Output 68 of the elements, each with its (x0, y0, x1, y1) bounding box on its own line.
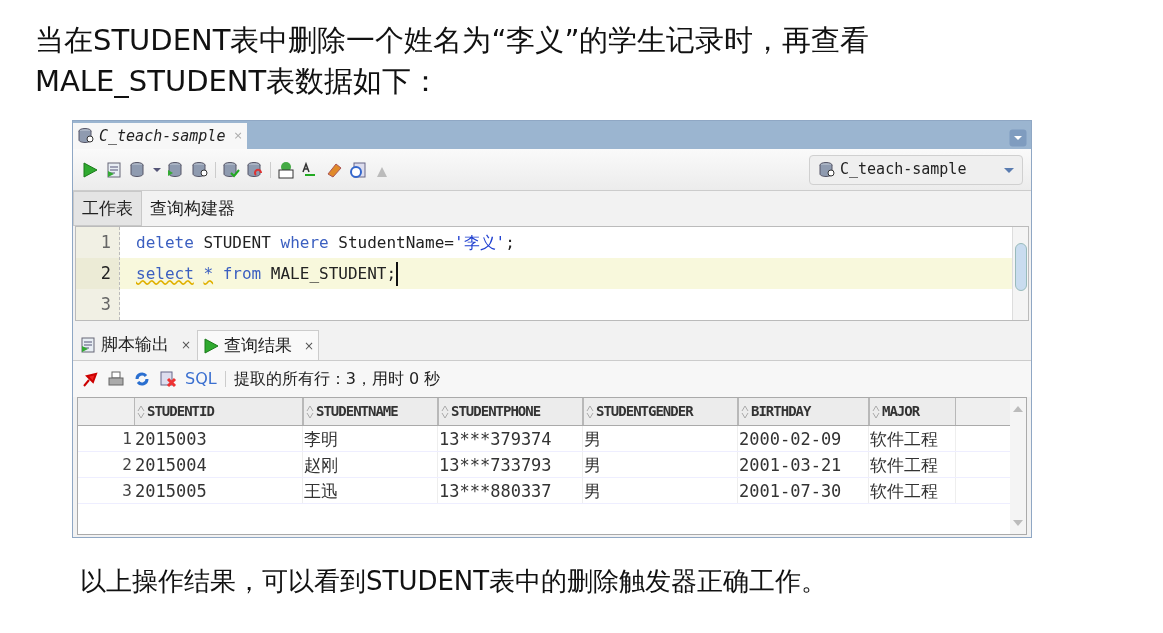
delete-icon[interactable] (159, 370, 177, 388)
commit-icon[interactable] (222, 160, 240, 179)
table-cell: 2001-07-30 (738, 478, 869, 503)
column-header[interactable]: STUDENTID (134, 398, 303, 425)
table-cell: 2015004 (134, 452, 303, 477)
table-cell: 男 (583, 478, 738, 503)
table-cell: 2015005 (134, 478, 303, 503)
conclusion-text: 以上操作结果，可以看到STUDENT表中的删除触发器正确工作。 (80, 565, 828, 598)
document-icon[interactable] (79, 336, 97, 354)
sort-icon[interactable] (741, 404, 749, 419)
code-line: delete STUDENT where StudentName='李义'; (135, 231, 516, 254)
table-cell: 2015003 (134, 426, 303, 451)
row-number: 1 (121, 428, 133, 450)
sort-icon[interactable] (137, 404, 145, 419)
table-cell: 赵刚 (303, 452, 438, 477)
sql-link[interactable]: SQL (185, 367, 217, 391)
table-cell: 软件工程 (869, 478, 956, 503)
close-icon[interactable]: × (181, 336, 192, 354)
heading-line: 当在STUDENT表中删除一个姓名为“李义”的学生记录时，再查看 (35, 22, 870, 59)
sort-icon[interactable] (306, 404, 314, 419)
table-cell: 2001-03-21 (738, 452, 869, 477)
sort-icon[interactable] (586, 404, 594, 419)
column-header[interactable]: STUDENTGENDER (583, 398, 738, 425)
column-header[interactable]: BIRTHDAY (738, 398, 869, 425)
caret-down-icon[interactable] (1004, 165, 1014, 174)
column-header[interactable]: STUDENTPHONE (438, 398, 583, 425)
connection-select[interactable]: C_teach-sample (809, 154, 1023, 185)
table-cell: 李明 (303, 426, 438, 451)
database-icon[interactable] (191, 160, 209, 179)
table-cell: 男 (583, 426, 738, 451)
editor-tab[interactable]: 查询构建器 (142, 191, 243, 226)
dropdown-icon[interactable] (1009, 129, 1027, 147)
table-cell: 13***880337 (438, 478, 583, 503)
printer-icon[interactable] (107, 370, 125, 388)
row-number: 2 (121, 454, 133, 476)
column-header[interactable]: MAJOR (869, 398, 956, 425)
scrollbar[interactable] (1012, 227, 1028, 320)
result-tab[interactable]: 脚本输出 × (75, 330, 196, 360)
column-header[interactable]: STUDENTNAME (303, 398, 438, 425)
close-icon[interactable]: × (304, 336, 315, 355)
table-cell: 13***733793 (438, 452, 583, 477)
table-cell: 软件工程 (869, 426, 956, 451)
rollback-icon[interactable] (246, 160, 264, 179)
table-cell: 13***379374 (438, 426, 583, 451)
database-icon[interactable] (77, 127, 95, 145)
table-cell: 男 (583, 452, 738, 477)
database-icon[interactable] (818, 160, 836, 179)
sort-icon[interactable] (872, 404, 880, 419)
text-cursor (396, 261, 399, 286)
result-tab[interactable]: 查询结果 × (197, 330, 320, 360)
sort-icon[interactable] (441, 404, 449, 419)
line-number: 1 (99, 231, 112, 254)
table-cell: 软件工程 (869, 452, 956, 477)
play-icon[interactable] (81, 160, 99, 179)
document-tab[interactable]: C_teach-sample × (73, 123, 247, 149)
editor-tab[interactable]: 工作表 (73, 191, 142, 226)
script-icon[interactable] (105, 160, 123, 179)
line-number: 3 (99, 293, 112, 316)
clock-icon[interactable] (349, 160, 367, 179)
caret-down-icon[interactable] (153, 165, 161, 174)
play-icon[interactable] (202, 336, 221, 355)
table-cell: 2000-02-09 (738, 426, 869, 451)
heading-line: MALE_STUDENT表数据如下： (35, 63, 441, 100)
row-number: 3 (121, 480, 133, 502)
refresh-icon[interactable] (133, 370, 151, 388)
table-cell: 王迅 (303, 478, 438, 503)
line-number: 2 (76, 258, 119, 289)
status-text: 提取的所有行：3，用时 0 秒 (233, 368, 441, 390)
